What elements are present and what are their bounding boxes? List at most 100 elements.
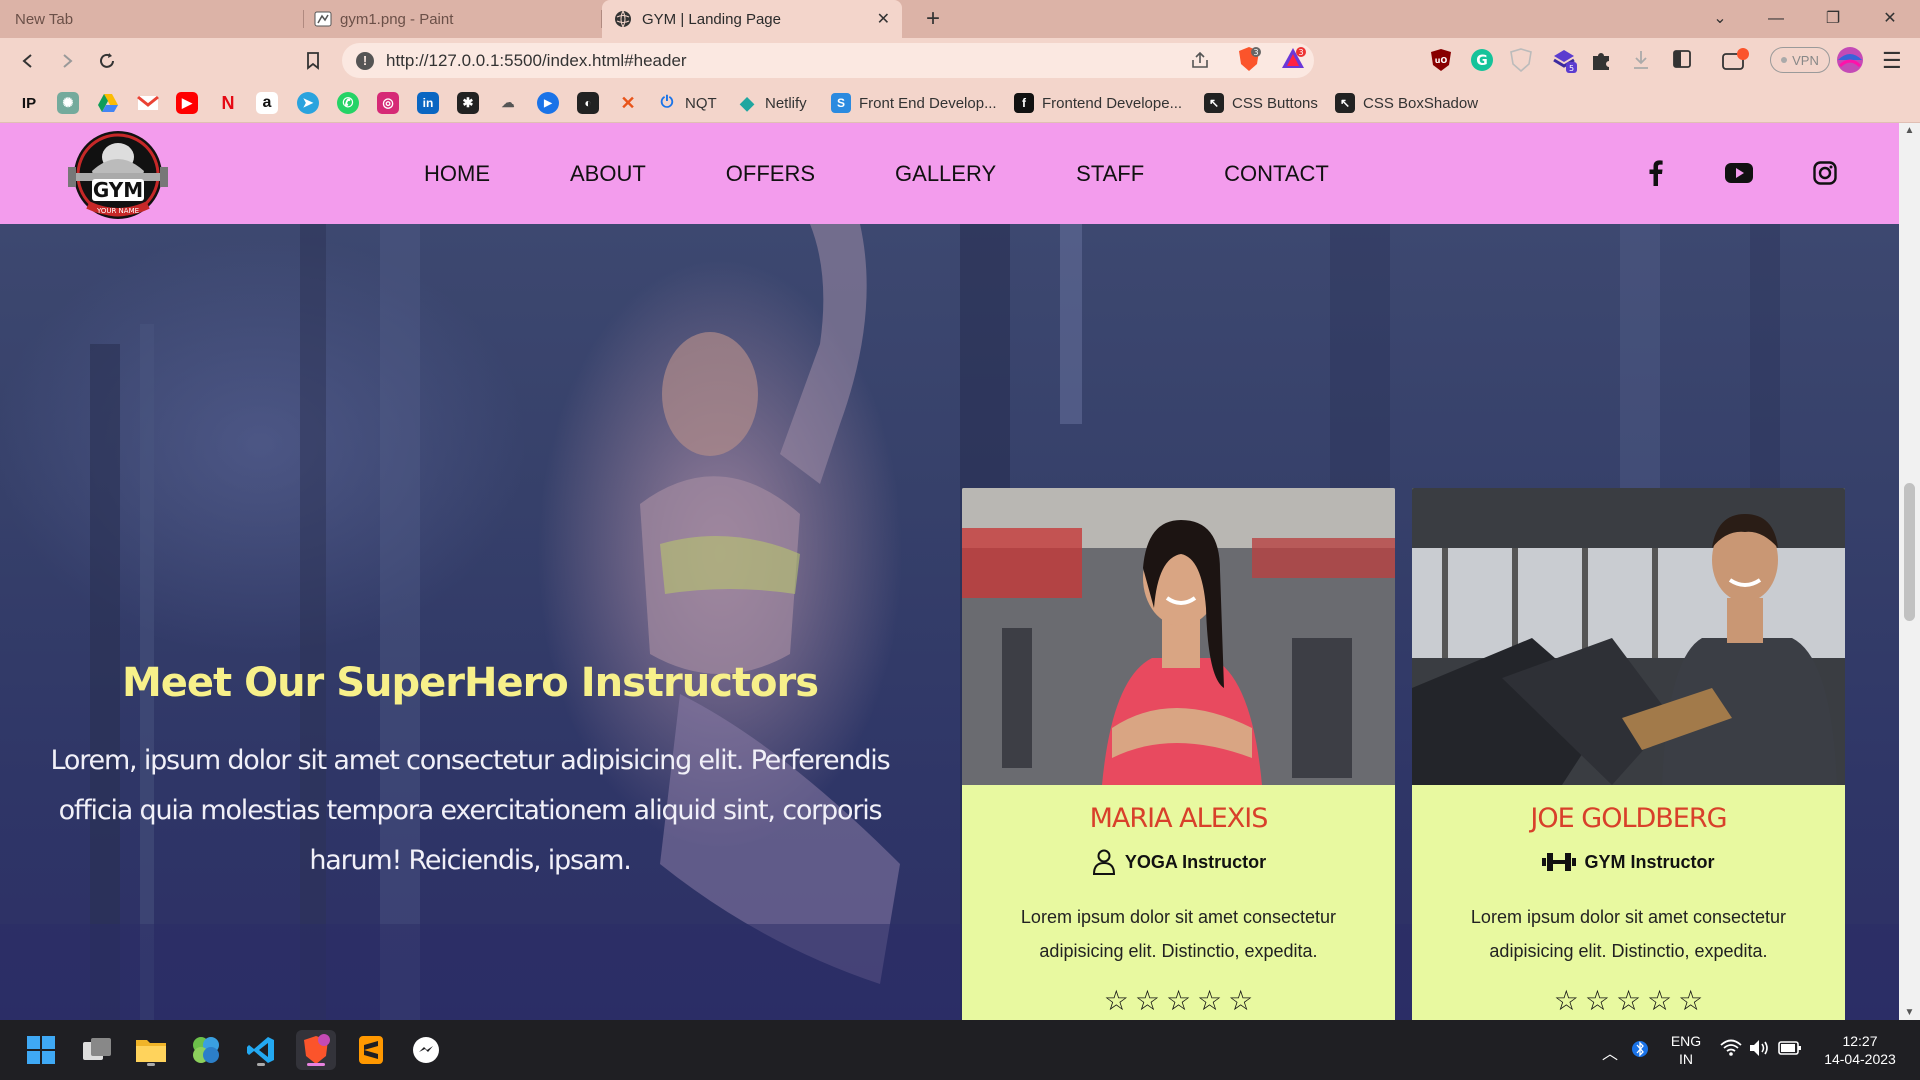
share-icon[interactable] [1190, 51, 1210, 74]
nav-contact[interactable]: CONTACT [1224, 161, 1329, 187]
tab-paint[interactable]: gym1.png - Paint [304, 0, 602, 38]
nav-home[interactable]: HOME [424, 161, 490, 187]
minimize-button[interactable]: — [1752, 0, 1800, 38]
bookmark-label: NQT [685, 94, 717, 112]
star-icon[interactable]: ☆ [1197, 986, 1222, 1016]
netlify-icon: ◆ [740, 92, 754, 113]
amazon-bookmark-icon[interactable]: a [256, 92, 278, 114]
scrollbar-thumb[interactable] [1904, 483, 1915, 621]
site-info-icon[interactable]: ! [356, 51, 374, 70]
nav-offers[interactable]: OFFERS [726, 161, 815, 187]
svg-text:uO: uO [1435, 56, 1448, 65]
sublime-text-button[interactable] [351, 1030, 391, 1070]
extension-badge-icon[interactable]: 5 [1550, 46, 1578, 79]
f-icon: f [1014, 93, 1034, 113]
close-tab-icon[interactable]: ✕ [877, 9, 890, 29]
gym-logo[interactable]: GYM YOUR NAME [62, 127, 174, 221]
tab-search-icon[interactable]: ⌄ [1696, 0, 1744, 38]
brave-browser-button[interactable] [296, 1030, 336, 1070]
bookmark-css-boxshadow[interactable]: ↖ CSS BoxShadow [1335, 92, 1478, 114]
star-icon[interactable]: ☆ [1647, 986, 1672, 1016]
google-drive-bookmark-icon[interactable] [97, 92, 119, 114]
back-button[interactable] [13, 46, 43, 76]
grammarly-icon[interactable]: G [1470, 48, 1494, 77]
instagram-bookmark-icon[interactable]: ◎ [377, 92, 399, 114]
star-icon[interactable]: ☆ [1135, 986, 1160, 1016]
star-icon[interactable]: ☆ [1554, 986, 1579, 1016]
bookmark-frontend-develop[interactable]: S Front End Develop... [831, 92, 997, 114]
battery-icon[interactable] [1778, 1039, 1802, 1062]
file-explorer-button[interactable] [131, 1030, 171, 1070]
scroll-down-icon[interactable]: ▼ [1899, 1007, 1920, 1018]
bookmark-frontend-developer[interactable]: f Frontend Develope... [1014, 92, 1182, 114]
bluetooth-icon[interactable] [1632, 1038, 1648, 1065]
shield-extension-icon[interactable] [1510, 48, 1532, 77]
page-scrollbar[interactable]: ▲ ▼ [1899, 123, 1920, 1020]
gmail-bookmark-icon[interactable] [137, 92, 159, 114]
task-view-button[interactable] [77, 1030, 117, 1070]
wifi-icon[interactable] [1720, 1039, 1742, 1062]
star-icon[interactable]: ☆ [1678, 986, 1703, 1016]
ublock-icon[interactable]: uO [1430, 48, 1452, 77]
cloud-bookmark-icon[interactable]: ☁ [497, 92, 519, 114]
app-button[interactable] [186, 1030, 226, 1070]
nav-gallery[interactable]: GALLERY [895, 161, 996, 187]
profile-avatar-icon[interactable] [1836, 46, 1864, 79]
close-window-button[interactable]: ✕ [1866, 0, 1914, 38]
nav-staff[interactable]: STAFF [1076, 161, 1144, 187]
star-icon[interactable]: ☆ [1616, 986, 1641, 1016]
sidebar-toggle-icon[interactable] [1672, 49, 1692, 74]
youtube-icon[interactable] [1723, 157, 1755, 189]
reload-button[interactable] [92, 46, 122, 76]
paint-icon [314, 10, 332, 28]
messenger-button[interactable] [406, 1030, 446, 1070]
ip-bookmark-icon[interactable]: IP [18, 92, 40, 114]
download-icon[interactable] [1631, 49, 1651, 76]
x-bookmark-icon[interactable]: ✕ [617, 92, 639, 114]
netflix-bookmark-icon[interactable]: N [217, 92, 239, 114]
instagram-icon[interactable] [1809, 157, 1841, 189]
brave-shields-icon[interactable]: 3 [1237, 46, 1261, 77]
restore-button[interactable]: ❐ [1809, 0, 1857, 38]
telegram-bookmark-icon[interactable]: ➤ [297, 92, 319, 114]
address-bar[interactable]: ! http://127.0.0.1:5500/index.html#heade… [342, 43, 1314, 78]
start-button[interactable] [21, 1030, 61, 1070]
facebook-icon[interactable] [1640, 157, 1672, 189]
brave-rewards-icon[interactable]: 3 [1280, 46, 1306, 77]
region-code: IN [1679, 1051, 1693, 1067]
bookmark-label: Front End Develop... [859, 94, 997, 112]
linkedin-bookmark-icon[interactable]: in [417, 92, 439, 114]
chatgpt-bookmark-icon[interactable]: ✺ [57, 92, 79, 114]
address-bar-url[interactable]: http://127.0.0.1:5500/index.html#header [386, 51, 687, 71]
menu-icon[interactable]: ☰ [1882, 48, 1902, 74]
language-indicator[interactable]: ENG IN [1668, 1032, 1704, 1068]
star-icon[interactable]: ☆ [1104, 986, 1129, 1016]
medium-bookmark-icon[interactable]: ◐ [577, 92, 599, 114]
bookmark-nqt[interactable]: ⏻ NQT [657, 92, 717, 114]
sublime-icon [359, 1036, 383, 1064]
play-bookmark-icon[interactable]: ▶ [537, 92, 559, 114]
brave-icon [304, 1034, 330, 1064]
clock[interactable]: 12:27 14-04-2023 [1810, 1032, 1910, 1068]
nav-about[interactable]: ABOUT [570, 161, 646, 187]
vscode-button[interactable] [241, 1030, 281, 1070]
new-tab-button[interactable]: + [918, 4, 948, 34]
youtube-bookmark-icon[interactable]: ▶ [176, 92, 198, 114]
app-bookmark-icon[interactable]: ✱ [457, 92, 479, 114]
tab-new-tab[interactable]: New Tab [0, 0, 304, 38]
vpn-button[interactable]: VPN [1770, 47, 1830, 73]
forward-button[interactable] [52, 46, 82, 76]
star-icon[interactable]: ☆ [1585, 986, 1610, 1016]
whatsapp-bookmark-icon[interactable]: ✆ [337, 92, 359, 114]
star-icon[interactable]: ☆ [1228, 986, 1253, 1016]
extensions-puzzle-icon[interactable] [1590, 49, 1612, 76]
wallet-icon[interactable] [1721, 47, 1749, 78]
star-icon[interactable]: ☆ [1166, 986, 1191, 1016]
bookmark-css-buttons[interactable]: ↖ CSS Buttons [1204, 92, 1318, 114]
tab-gym-landing[interactable]: GYM | Landing Page ✕ [602, 0, 902, 38]
scroll-up-icon[interactable]: ▲ [1899, 125, 1920, 136]
bookmark-netlify[interactable]: ◆ Netlify [737, 92, 807, 114]
bookmark-button[interactable] [298, 46, 328, 76]
volume-icon[interactable] [1749, 1039, 1771, 1062]
chevron-up-icon[interactable]: ︿ [1602, 1040, 1618, 1064]
